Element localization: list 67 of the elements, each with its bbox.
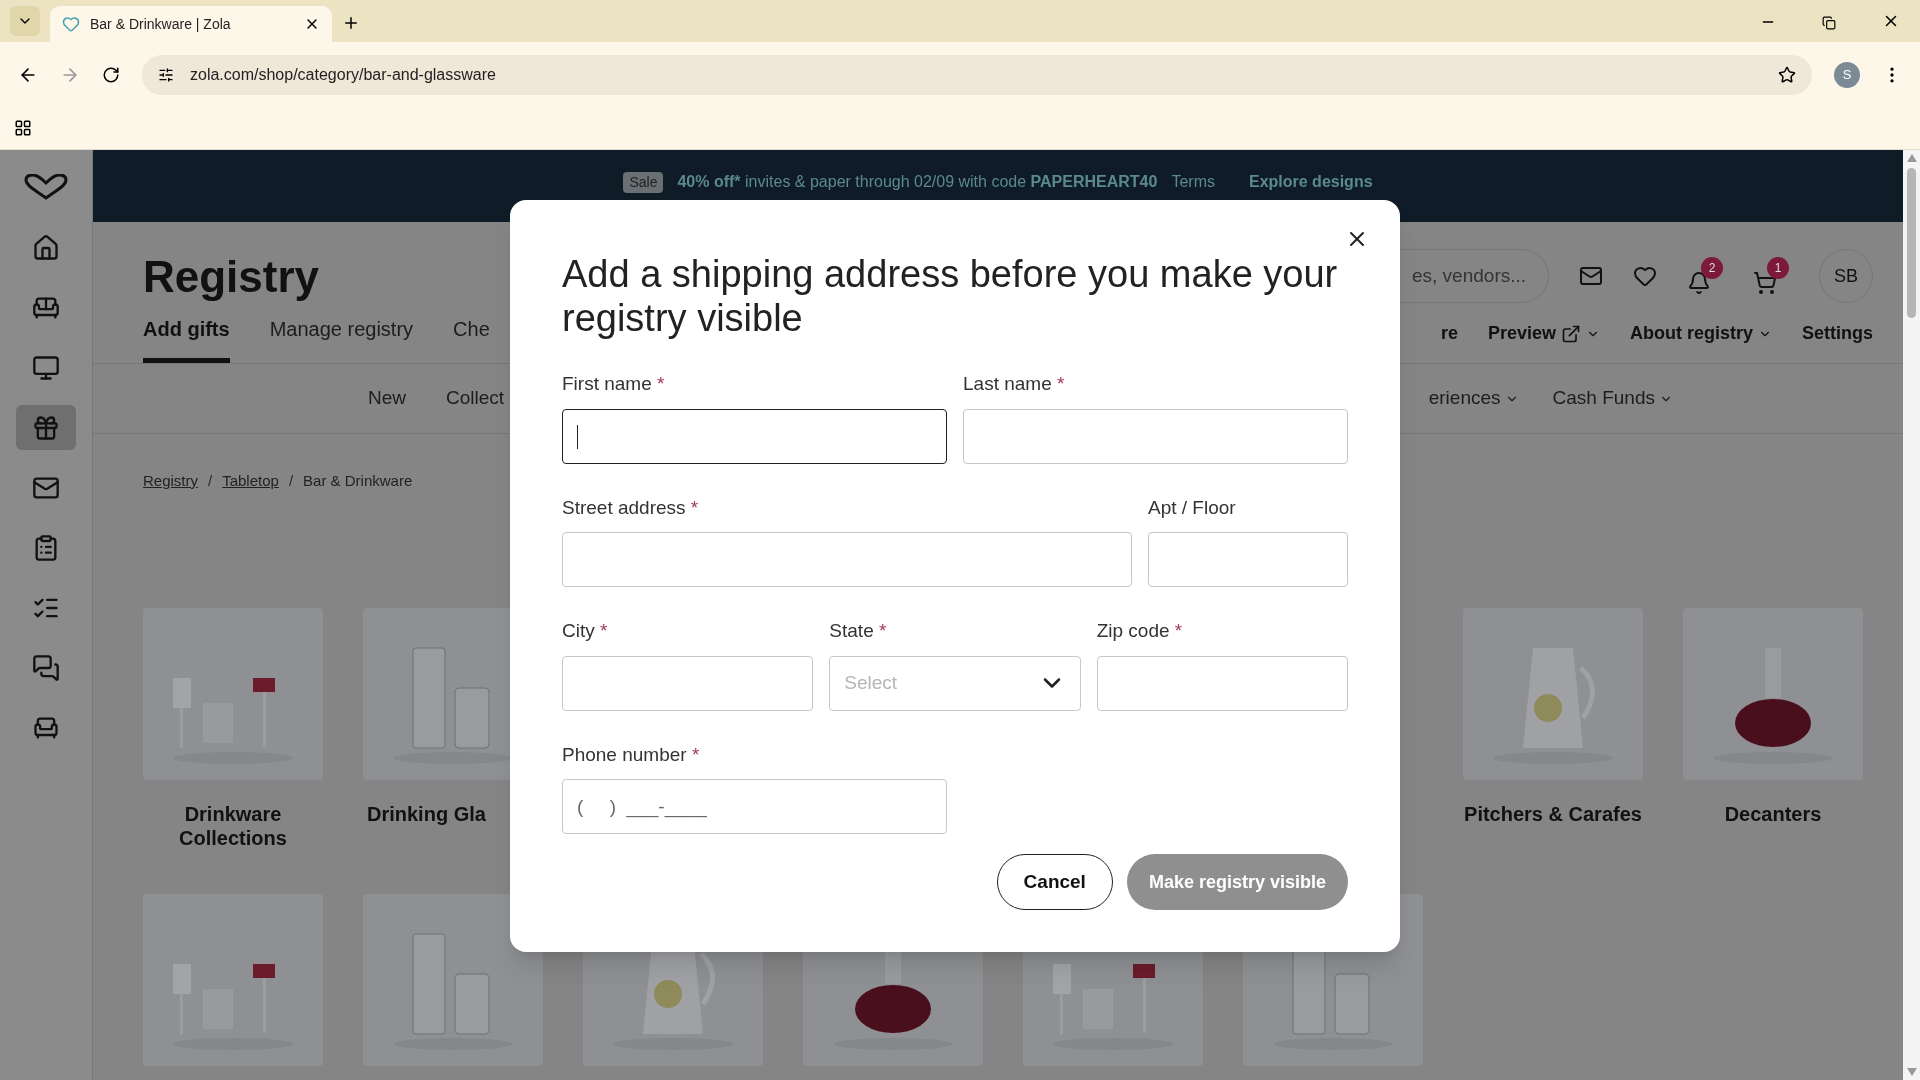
field-label: State *: [829, 619, 888, 643]
registry-tab[interactable]: Che: [453, 314, 490, 363]
scroll-down-icon[interactable]: [1906, 1068, 1917, 1076]
category-label[interactable]: Drinking Gla: [367, 801, 486, 826]
breadcrumb-separator: /: [208, 471, 213, 491]
url-text: zola.com/shop/category/bar-and-glassware: [190, 64, 497, 85]
logo-icon: [23, 174, 69, 200]
new-tab-icon[interactable]: [342, 14, 360, 32]
registry-tab[interactable]: Preview: [1487, 320, 1600, 347]
cart-icon: [1753, 271, 1777, 295]
category-link[interactable]: Collect: [446, 384, 505, 413]
cart-button[interactable]: 1: [1753, 257, 1789, 295]
field-label: Apt / Floor: [1148, 495, 1237, 520]
apps-icon[interactable]: [14, 119, 32, 137]
bell-icon: [1687, 271, 1711, 295]
external-link-icon: [1560, 323, 1581, 344]
field-label: Last name *: [963, 372, 1066, 396]
gift-icon: [32, 413, 60, 442]
category-link[interactable]: Cash Funds: [1552, 384, 1673, 413]
scrollbar-thumb[interactable]: [1907, 168, 1916, 318]
sidebar-item[interactable]: [16, 405, 76, 450]
cart-badge: 1: [1767, 257, 1789, 279]
explore-designs-link[interactable]: Explore designs: [1248, 170, 1373, 194]
notifications-button[interactable]: 2: [1687, 257, 1723, 295]
profile-avatar[interactable]: S: [1834, 61, 1860, 88]
dialog-title: Add a shipping address before you make your registry visible: [562, 252, 1339, 340]
address-bar[interactable]: zola.com/shop/category/bar-and-glassware: [142, 54, 1812, 95]
home-icon: [32, 233, 60, 262]
site-info-icon[interactable]: [158, 66, 174, 83]
terms-link[interactable]: Terms: [1171, 170, 1215, 194]
field-label: Zip code *: [1096, 619, 1184, 643]
mail-icon[interactable]: [1579, 264, 1603, 288]
browser-tab[interactable]: Bar & Drinkware | Zola: [50, 6, 332, 42]
category-label[interactable]: Drinkware Collections: [143, 801, 323, 850]
notification-badge: 2: [1701, 257, 1723, 279]
category-label[interactable]: Pitchers & Carafes: [1464, 801, 1642, 826]
breadcrumb-separator: /: [288, 471, 294, 491]
field-label: Phone number *: [562, 742, 701, 767]
scrollbar[interactable]: [1903, 150, 1920, 1080]
reload-icon[interactable]: [102, 65, 120, 84]
tab-title: Bar & Drinkware | Zola: [90, 14, 232, 34]
breadcrumb-current: Bar & Drinkware: [303, 471, 413, 491]
bookmark-star-icon[interactable]: [1778, 65, 1796, 84]
breadcrumb-link[interactable]: Tabletop: [222, 470, 279, 493]
registry-tab[interactable]: About registry: [1629, 320, 1772, 347]
scroll-up-icon[interactable]: [1906, 154, 1917, 162]
registry-tab[interactable]: Add gifts: [143, 314, 230, 363]
field-label: Street address *: [562, 495, 700, 520]
registry-tab[interactable]: re: [1440, 320, 1458, 347]
promo-text: 40% off* invites & paper through 02/09 with code PAPERHEART40: [677, 172, 1158, 192]
sale-badge: Sale: [623, 171, 664, 193]
field-label: City *: [562, 619, 609, 643]
input-field[interactable]: [562, 408, 947, 464]
breadcrumb-link[interactable]: Registry: [143, 470, 198, 493]
monitor-icon: [32, 353, 60, 382]
category-link[interactable]: eriences: [1428, 384, 1519, 413]
restore-icon[interactable]: [1822, 16, 1836, 30]
field-label: First name *: [562, 372, 666, 396]
registry-tab[interactable]: Settings: [1802, 320, 1873, 347]
heart-icon[interactable]: [1633, 264, 1657, 288]
tab-list-button[interactable]: [10, 6, 40, 36]
chat-icon: [32, 653, 60, 682]
page-title: Registry: [143, 251, 321, 303]
category-label[interactable]: Decanters: [1724, 801, 1822, 826]
category-link[interactable]: New: [368, 384, 406, 413]
heart-icon: [62, 15, 80, 33]
registry-tab[interactable]: Manage registry: [269, 314, 414, 363]
